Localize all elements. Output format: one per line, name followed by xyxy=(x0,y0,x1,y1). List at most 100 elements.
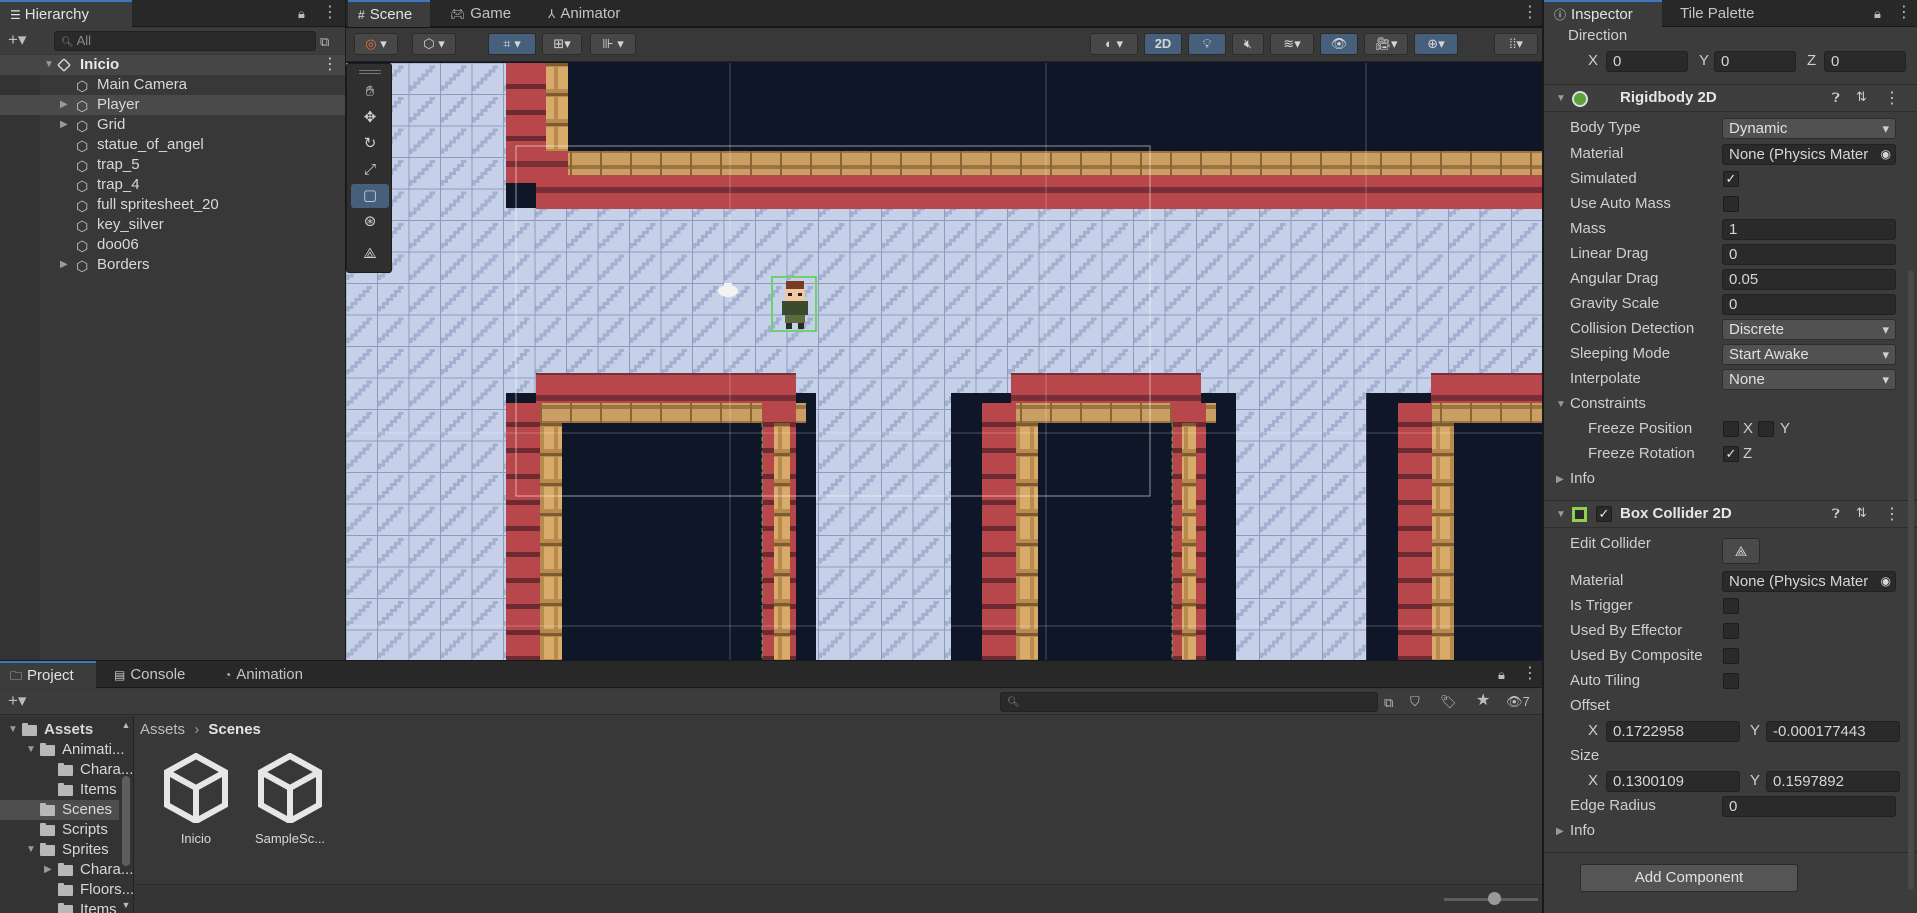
tab-tile-palette[interactable]: Tile Palette xyxy=(1670,0,1764,27)
box-collider-foldout-icon[interactable]: ▼ xyxy=(1556,509,1566,520)
add-icon[interactable]: +▾ xyxy=(8,31,26,48)
bc-object-picker-icon[interactable]: ◉ xyxy=(1881,572,1891,591)
tree-arrow-icon[interactable]: ▼ xyxy=(8,720,18,740)
tab-hierarchy[interactable]: ☰ Hierarchy xyxy=(0,0,132,27)
transform-tool-icon[interactable]: ⊛ xyxy=(351,210,389,234)
rb-info-label[interactable]: Info xyxy=(1570,469,1595,489)
project-tree-item[interactable]: Items xyxy=(0,900,119,913)
scene-more-icon[interactable]: ⋮ xyxy=(322,55,338,75)
hierarchy-item[interactable]: ⬡ trap_4 xyxy=(0,175,345,195)
edit-collider-button[interactable]: ⟁ xyxy=(1722,538,1760,564)
size-y-field[interactable]: 0.1597892 xyxy=(1766,771,1900,792)
bc-info-label[interactable]: Info xyxy=(1570,821,1595,841)
freeze-rotation-z-checkbox[interactable]: ✓ xyxy=(1723,446,1739,462)
use-auto-mass-checkbox[interactable] xyxy=(1723,196,1739,212)
inspector-lock-icon[interactable]: 🔒︎ xyxy=(1874,6,1881,22)
global-local-button[interactable]: ⬡ ▾ xyxy=(412,33,456,55)
more-options-icon[interactable]: ⋮ xyxy=(322,5,338,21)
interpolate-dropdown[interactable]: None xyxy=(1722,369,1896,390)
is-trigger-checkbox[interactable] xyxy=(1723,598,1739,614)
project-search-input[interactable]: 🔍︎ xyxy=(1000,692,1378,712)
breadcrumb-scenes[interactable]: Scenes xyxy=(208,721,261,738)
tab-inspector[interactable]: ⓘ Inspector xyxy=(1544,0,1662,27)
offset-y-field[interactable]: -0.000177443 xyxy=(1766,721,1900,742)
collider-more-icon[interactable]: ⋮ xyxy=(1884,504,1900,524)
box-collider-header[interactable]: ▼ ✓ Box Collider 2D ❓︎ ⇅ ⋮ xyxy=(1544,500,1917,528)
used-by-effector-checkbox[interactable] xyxy=(1723,623,1739,639)
hierarchy-item[interactable]: ▶ ⬡ Player xyxy=(0,95,345,115)
angular-drag-field[interactable]: 0.05 xyxy=(1722,269,1896,290)
add-component-button[interactable]: Add Component xyxy=(1580,864,1798,892)
breadcrumb-assets[interactable]: Assets xyxy=(140,721,185,738)
scroll-up-icon[interactable]: ▲ xyxy=(120,720,132,730)
help-icon[interactable]: ❓︎ xyxy=(1832,90,1840,106)
project-tree-item[interactable]: Chara... xyxy=(0,760,133,780)
box-collider-enabled-checkbox[interactable]: ✓ xyxy=(1596,506,1612,522)
tab-console[interactable]: ▤ Console xyxy=(104,661,195,688)
hierarchy-item[interactable]: ▶ ⬡ Borders xyxy=(0,255,345,275)
direction-y-field[interactable]: 0 xyxy=(1714,51,1796,72)
preset-icon[interactable]: ⇅ xyxy=(1856,89,1867,105)
auto-tiling-checkbox[interactable] xyxy=(1723,673,1739,689)
effects-button[interactable]: ≋▾ xyxy=(1270,33,1314,55)
constraints-foldout-icon[interactable]: ▼ xyxy=(1556,399,1566,410)
scroll-thumb[interactable] xyxy=(122,776,130,866)
scene-more-options-icon[interactable]: ⋮ xyxy=(1522,5,1538,21)
hierarchy-item[interactable]: ⬡ doo06 xyxy=(0,235,345,255)
hierarchy-item[interactable]: ⬡ trap_5 xyxy=(0,155,345,175)
offset-x-field[interactable]: 0.1722958 xyxy=(1606,721,1740,742)
project-tree-item[interactable]: ▼ Animati... xyxy=(0,740,125,760)
tree-arrow-icon[interactable]: ▼ xyxy=(26,740,36,760)
rigidbody-foldout-icon[interactable]: ▼ xyxy=(1556,93,1566,104)
used-by-composite-checkbox[interactable] xyxy=(1723,648,1739,664)
collider-preset-icon[interactable]: ⇅ xyxy=(1856,505,1867,521)
grid-snap-button[interactable]: ⌗ ▾ xyxy=(488,33,536,55)
project-more-icon[interactable]: ⋮ xyxy=(1522,666,1538,682)
expand-arrow-icon[interactable]: ▶ xyxy=(60,255,68,275)
project-tree-item[interactable]: Items xyxy=(0,780,119,800)
expand-arrow-icon[interactable]: ▶ xyxy=(60,95,68,115)
hierarchy-item[interactable]: ⬡ key_silver xyxy=(0,215,345,235)
camera-button[interactable]: 🎥︎▾ xyxy=(1364,33,1408,55)
scene-canvas[interactable] xyxy=(346,63,1542,660)
scale-tool-icon[interactable]: ⤢ xyxy=(351,158,389,182)
simulated-checkbox[interactable]: ✓ xyxy=(1723,171,1739,187)
rotate-tool-icon[interactable]: ↻ xyxy=(351,132,389,156)
direction-z-field[interactable]: 0 xyxy=(1824,51,1906,72)
move-tool-icon[interactable]: ✥ xyxy=(351,106,389,130)
shading-mode-button[interactable]: ◐ ▾ xyxy=(1090,33,1138,55)
zoom-slider-thumb[interactable] xyxy=(1488,892,1501,905)
object-picker-icon[interactable]: ◉ xyxy=(1881,145,1891,164)
tab-game[interactable]: 🎮︎ Game xyxy=(440,0,521,27)
freeze-position-x-checkbox[interactable] xyxy=(1723,421,1739,437)
edge-radius-field[interactable]: 0 xyxy=(1722,796,1896,817)
gravity-scale-field[interactable]: 0 xyxy=(1722,294,1896,315)
rb-info-foldout-icon[interactable]: ▶ xyxy=(1556,474,1564,485)
hierarchy-item[interactable]: ⬡ full spritesheet_20 xyxy=(0,195,345,215)
rb-material-field[interactable]: None (Physics Mater ◉ xyxy=(1722,144,1896,165)
tab-project[interactable]: 🗀︎ Project xyxy=(0,661,96,688)
tool-handle-button[interactable]: ◎ ▾ xyxy=(354,33,398,55)
project-tree-item[interactable]: Scripts xyxy=(0,820,119,840)
search-options-icon[interactable]: ⧉ xyxy=(320,34,329,50)
rect-tool-icon[interactable]: ▢ xyxy=(351,184,389,208)
size-x-field[interactable]: 0.1300109 xyxy=(1606,771,1740,792)
overlays-button[interactable]: ⁞⁞▾ xyxy=(1494,33,1538,55)
audio-button[interactable]: 🔇︎ xyxy=(1232,33,1264,55)
filter-label-icon[interactable]: 🏷︎ xyxy=(1440,694,1457,710)
increment-snap-button[interactable]: ⊪ ▾ xyxy=(590,33,636,55)
hierarchy-item[interactable]: ⬡ statue_of_angel xyxy=(0,135,345,155)
tab-animator[interactable]: ⅄ Animator xyxy=(538,0,630,27)
hierarchy-search-input[interactable]: 🔍︎ All xyxy=(54,31,316,51)
hidden-objects-button[interactable]: 👁︎ xyxy=(1320,33,1358,55)
scene-row[interactable]: ▼ Inicio ⋮ xyxy=(0,55,345,75)
lighting-button[interactable]: 💡︎ xyxy=(1188,33,1226,55)
tree-arrow-icon[interactable]: ▶ xyxy=(44,860,52,880)
custom-editor-tool-icon[interactable]: ⟁ xyxy=(351,242,389,266)
hierarchy-item[interactable]: ⬡ Main Camera xyxy=(0,75,345,95)
hidden-packages-icon[interactable]: 👁︎7 xyxy=(1506,694,1530,710)
scroll-down-icon[interactable]: ▼ xyxy=(120,900,132,910)
mass-field[interactable]: 1 xyxy=(1722,219,1896,240)
project-tree-item[interactable]: ▶ Chara... xyxy=(0,860,133,880)
mode-2d-button[interactable]: 2D xyxy=(1144,33,1182,55)
